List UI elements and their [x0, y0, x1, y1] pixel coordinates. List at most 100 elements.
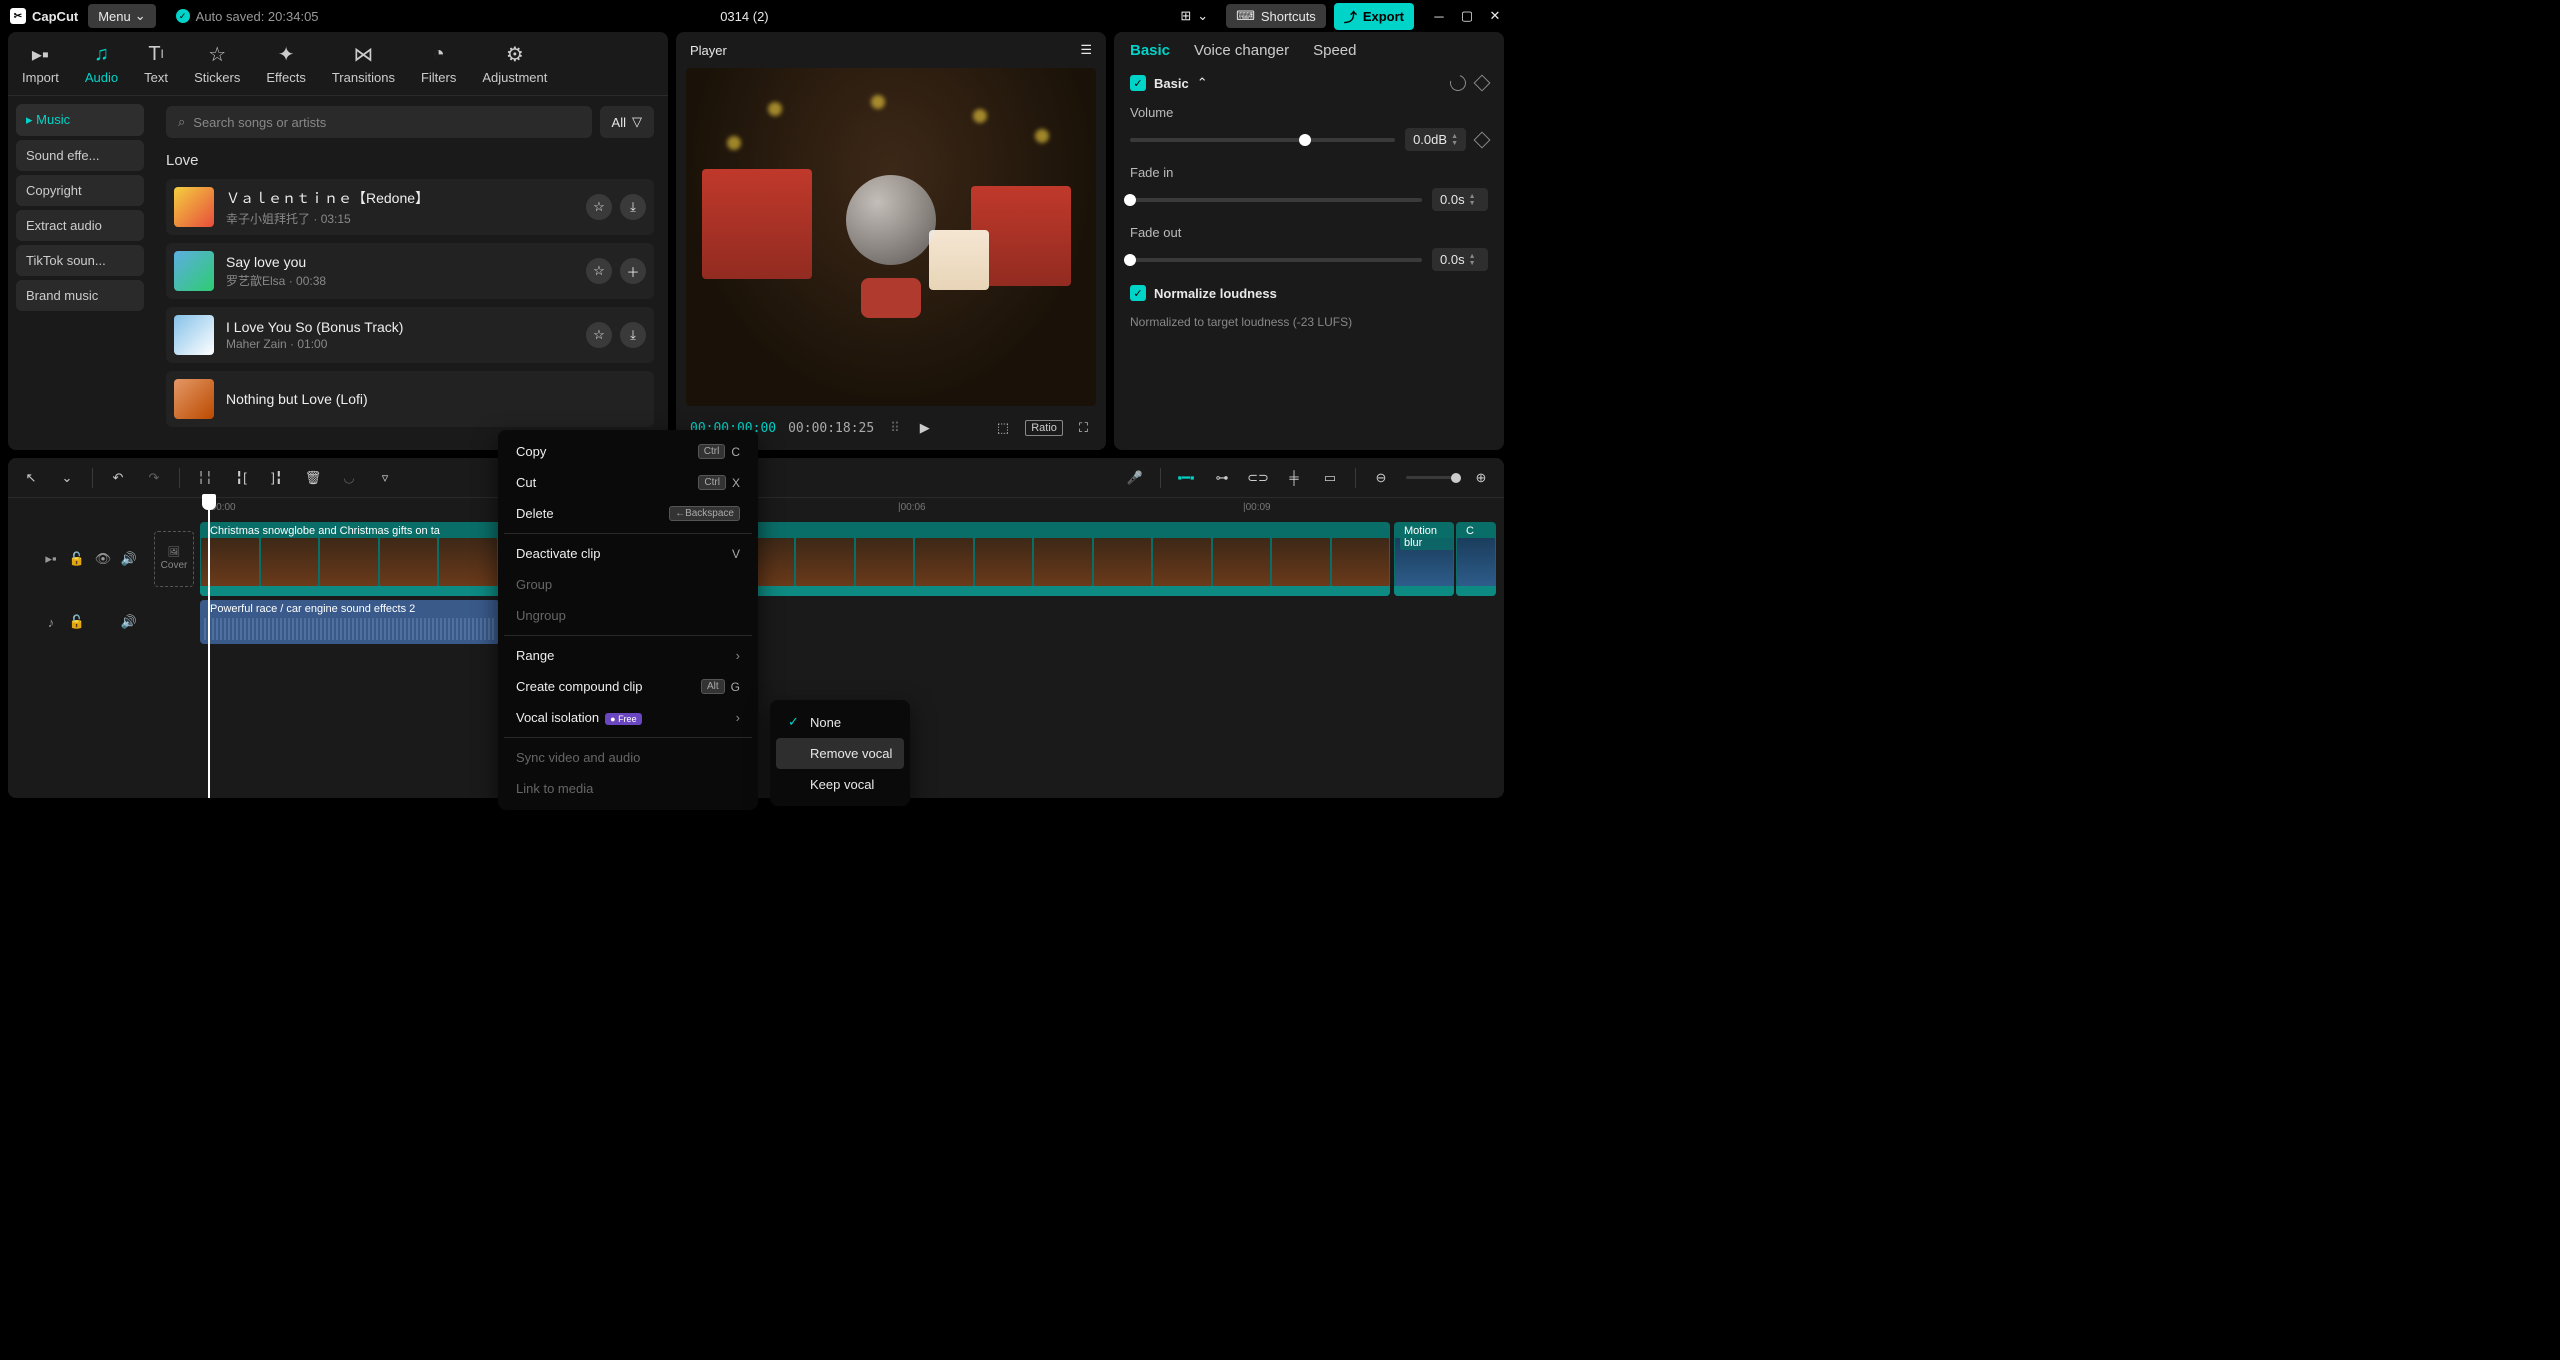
- sidebar-item-music[interactable]: ▸ Music: [16, 104, 144, 136]
- selection-tool[interactable]: ↖: [20, 467, 42, 489]
- tab-audio[interactable]: ♫Audio: [85, 42, 118, 85]
- chevron-up-icon[interactable]: ⌃: [1197, 75, 1208, 91]
- track-item[interactable]: Nothing but Love (Lofi): [166, 371, 654, 427]
- shortcuts-button[interactable]: ⌨ Shortcuts: [1226, 4, 1326, 28]
- video-clip[interactable]: C: [1456, 522, 1496, 596]
- layout-button[interactable]: ⊞ ⌄: [1170, 4, 1218, 28]
- track-item[interactable]: I Love You So (Bonus Track) Maher Zain ·…: [166, 307, 654, 363]
- ctx-range[interactable]: Range›: [504, 640, 752, 671]
- search-input[interactable]: ⌕ Search songs or artists: [166, 106, 592, 138]
- align-tool[interactable]: ╪: [1283, 467, 1305, 489]
- download-button[interactable]: ⤓: [620, 322, 646, 348]
- video-clip[interactable]: Motion blur: [1394, 522, 1454, 596]
- track-item[interactable]: Ｖａｌｅｎｔｉｎｅ【Redone】 幸子小姐拜托了 · 03:15 ☆ ⤓: [166, 179, 654, 235]
- ctx-copy[interactable]: CopyCtrlC: [504, 436, 752, 467]
- player-menu-icon[interactable]: ☰: [1080, 42, 1092, 58]
- trim-left-tool[interactable]: ╏[: [230, 467, 252, 489]
- sidebar-item-copyright[interactable]: Copyright: [16, 175, 144, 206]
- favorite-button[interactable]: ☆: [586, 258, 612, 284]
- normalize-checkbox[interactable]: ✓: [1130, 285, 1146, 301]
- zoom-in-button[interactable]: ⊕: [1470, 467, 1492, 489]
- close-button[interactable]: ✕: [1488, 9, 1502, 23]
- tab-effects[interactable]: ✦Effects: [266, 42, 306, 85]
- track-item[interactable]: Say love you 罗艺歆Elsa · 00:38 ☆ ＋: [166, 243, 654, 299]
- playhead[interactable]: [208, 496, 210, 798]
- favorite-button[interactable]: ☆: [586, 194, 612, 220]
- track-menu-icon[interactable]: ▸▪: [42, 550, 60, 568]
- zoom-slider[interactable]: [1406, 476, 1456, 479]
- ctx-vocal-isolation[interactable]: Vocal isolation● Free›: [504, 702, 752, 733]
- ratio-button[interactable]: Ratio: [1025, 420, 1063, 436]
- redo-button[interactable]: ↷: [143, 467, 165, 489]
- export-button[interactable]: ⤴ Export: [1334, 3, 1414, 30]
- tab-speed[interactable]: Speed: [1313, 42, 1356, 59]
- tab-adjustment[interactable]: ⚙Adjustment: [482, 42, 547, 85]
- menu-button[interactable]: Menu ⌄: [88, 4, 155, 28]
- link-tool[interactable]: ⊶: [1211, 467, 1233, 489]
- sidebar-item-extract[interactable]: Extract audio: [16, 210, 144, 241]
- eye-icon[interactable]: 👁: [94, 550, 112, 568]
- preview-tool[interactable]: ▭: [1319, 467, 1341, 489]
- volume-value[interactable]: 0.0dB▲▼: [1405, 128, 1466, 151]
- marker-tool[interactable]: ▿: [374, 467, 396, 489]
- sidebar-item-tiktok[interactable]: TikTok soun...: [16, 245, 144, 276]
- undo-button[interactable]: ↶: [107, 467, 129, 489]
- keyframe-icon[interactable]: [1474, 75, 1491, 92]
- download-button[interactable]: ⤓: [620, 194, 646, 220]
- lock-icon[interactable]: 🔓: [68, 613, 86, 631]
- snap-tool[interactable]: ⊂⊃: [1247, 467, 1269, 489]
- mute-icon[interactable]: 🔊: [120, 613, 138, 631]
- tool-dropdown[interactable]: ⌄: [56, 467, 78, 489]
- sub-none[interactable]: ✓None: [776, 706, 904, 738]
- video-clip[interactable]: Christmas snowglobe and Christmas gifts …: [200, 522, 1390, 596]
- tab-filters[interactable]: ◔Filters: [421, 42, 456, 85]
- filter-button[interactable]: All ▽: [600, 106, 654, 138]
- sub-remove-vocal[interactable]: Remove vocal: [776, 738, 904, 769]
- basic-checkbox[interactable]: ✓: [1130, 75, 1146, 91]
- audio-clip[interactable]: Powerful race / car engine sound effects…: [200, 600, 500, 644]
- cover-button[interactable]: 🖼 Cover: [154, 531, 194, 587]
- ctx-deactivate[interactable]: Deactivate clipV: [504, 538, 752, 569]
- audio-track-icon[interactable]: ♪: [42, 613, 60, 631]
- ctx-compound[interactable]: Create compound clipAltG: [504, 671, 752, 702]
- tab-text[interactable]: TIText: [144, 42, 168, 85]
- ctx-delete[interactable]: Delete←Backspace: [504, 498, 752, 529]
- tab-import[interactable]: ▸▪Import: [22, 42, 59, 85]
- import-icon: ▸▪: [28, 42, 52, 66]
- sidebar-item-brand[interactable]: Brand music: [16, 280, 144, 311]
- scan-icon[interactable]: ⬚: [993, 416, 1013, 440]
- favorite-button[interactable]: ☆: [586, 322, 612, 348]
- app-logo: ✂ CapCut: [10, 8, 78, 24]
- tab-stickers[interactable]: ☆Stickers: [194, 42, 240, 85]
- delete-tool[interactable]: 🗑: [302, 467, 324, 489]
- tab-voice-changer[interactable]: Voice changer: [1194, 42, 1289, 59]
- maximize-button[interactable]: ▢: [1460, 9, 1474, 23]
- minimize-button[interactable]: ─: [1432, 9, 1446, 23]
- tab-transitions[interactable]: ⋈Transitions: [332, 42, 395, 85]
- keyboard-icon: ⌨: [1236, 8, 1255, 24]
- tab-basic[interactable]: Basic: [1130, 42, 1170, 59]
- magnet-tool[interactable]: ▪━▪: [1175, 467, 1197, 489]
- volume-slider[interactable]: [1130, 138, 1395, 142]
- trim-right-tool[interactable]: ]╏: [266, 467, 288, 489]
- fadein-value[interactable]: 0.0s▲▼: [1432, 188, 1488, 211]
- mute-icon[interactable]: 🔊: [120, 550, 138, 568]
- split-tool[interactable]: ╎╎: [194, 467, 216, 489]
- mic-button[interactable]: 🎤: [1124, 467, 1146, 489]
- reset-icon[interactable]: [1447, 72, 1469, 94]
- keyframe-icon[interactable]: [1474, 131, 1491, 148]
- fadeout-value[interactable]: 0.0s▲▼: [1432, 248, 1488, 271]
- lock-icon[interactable]: 🔓: [68, 550, 86, 568]
- sidebar-item-sound-effects[interactable]: Sound effe...: [16, 140, 144, 171]
- fadein-slider[interactable]: [1130, 198, 1422, 202]
- fullscreen-icon[interactable]: ⛶: [1075, 416, 1092, 440]
- add-button[interactable]: ＋: [620, 258, 646, 284]
- player-viewport[interactable]: [686, 68, 1096, 406]
- play-button[interactable]: ▶: [916, 416, 934, 440]
- grid-icon[interactable]: ⠿: [886, 416, 904, 440]
- sub-keep-vocal[interactable]: Keep vocal: [776, 769, 904, 800]
- tag-tool[interactable]: ◡: [338, 467, 360, 489]
- fadeout-slider[interactable]: [1130, 258, 1422, 262]
- ctx-cut[interactable]: CutCtrlX: [504, 467, 752, 498]
- zoom-out-button[interactable]: ⊖: [1370, 467, 1392, 489]
